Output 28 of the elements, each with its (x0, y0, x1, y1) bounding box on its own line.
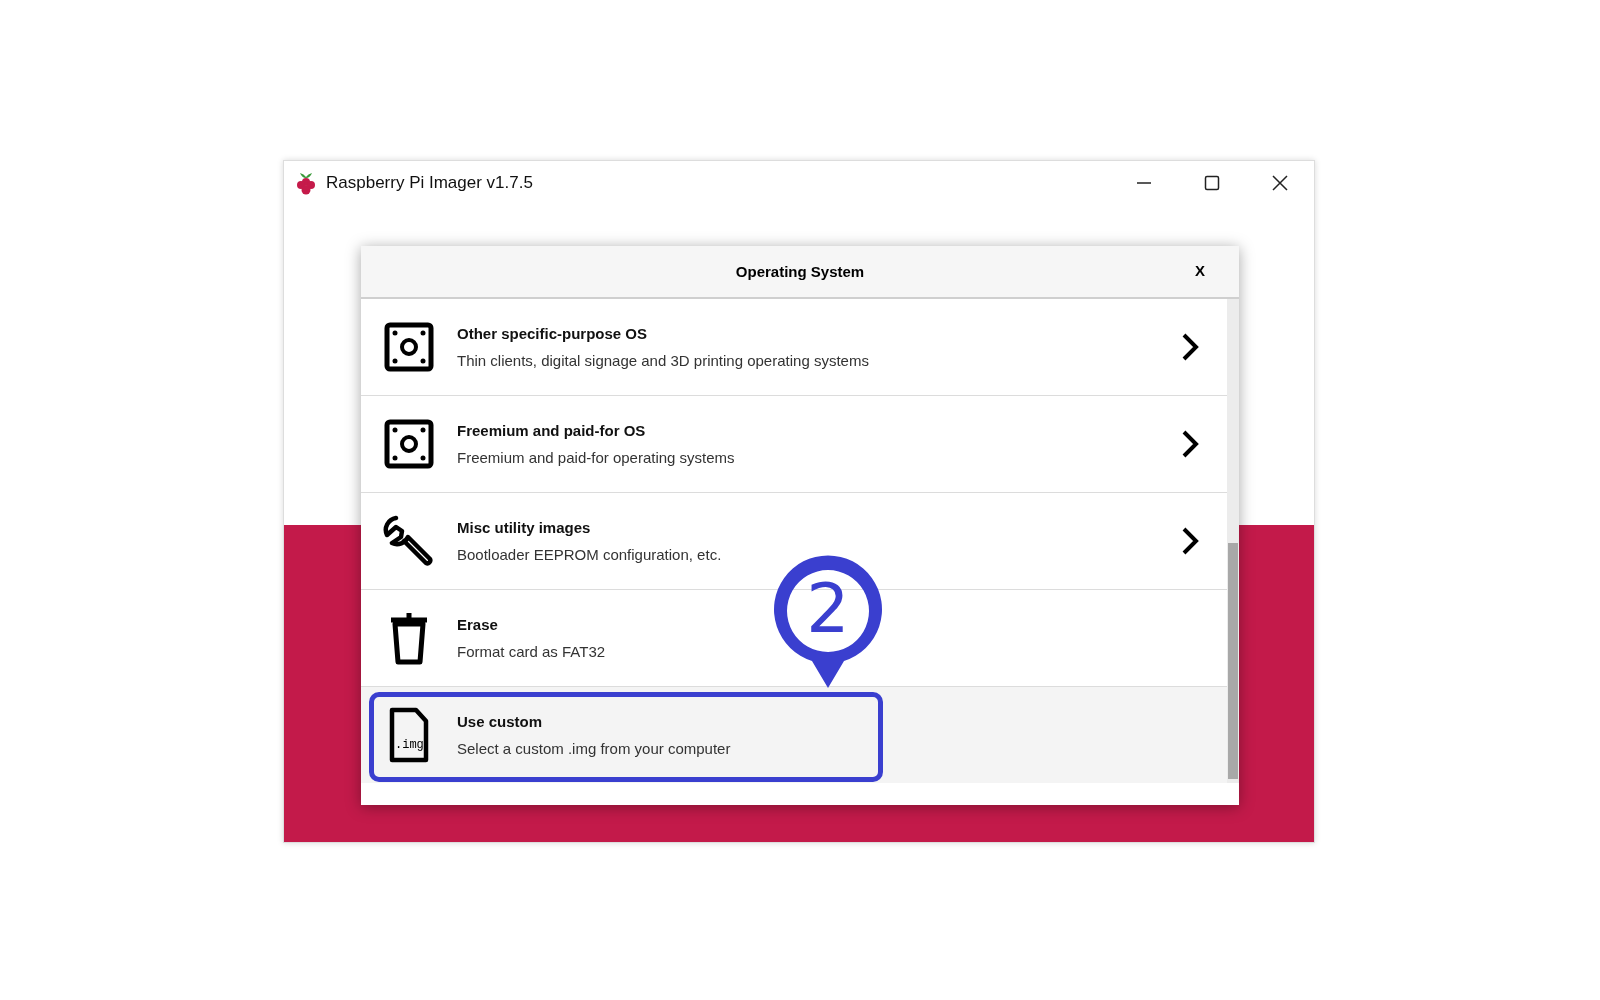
scrollbar[interactable] (1227, 299, 1239, 783)
item-title: Use custom (457, 713, 544, 730)
scrollbar-thumb[interactable] (1228, 543, 1238, 779)
item-title: Misc utility images (457, 519, 592, 536)
chevron-right-icon (1181, 526, 1199, 556)
minimize-icon (1136, 182, 1152, 184)
raspberry-icon (296, 171, 316, 195)
item-description: Freemium and paid-for operating systems (457, 449, 735, 466)
item-description: Select a custom .img from your computer (457, 740, 731, 757)
window-title: Raspberry Pi Imager v1.7.5 (326, 173, 533, 193)
maximize-icon (1204, 175, 1220, 191)
file-extension-label: .img (395, 738, 424, 752)
chevron-right-icon (1181, 429, 1199, 459)
item-description: Bootloader EEPROM configuration, etc. (457, 546, 722, 563)
item-title: Freemium and paid-for OS (457, 422, 647, 439)
os-list-item[interactable]: .img Use custom Select a custom .img from your computer (361, 687, 1227, 783)
item-description: Format card as FAT32 (457, 643, 606, 660)
item-title: Other specific-purpose OS (457, 325, 649, 342)
chevron-right-icon (1181, 332, 1199, 362)
os-list-item[interactable]: Other specific-purpose OS Thin clients, digital signage and 3D printing operating systems (361, 299, 1227, 396)
wrench-icon (382, 515, 436, 567)
close-button[interactable]: X (1195, 262, 1205, 279)
close-icon (1272, 175, 1288, 191)
file-icon (389, 707, 429, 763)
os-list-item[interactable]: Freemium and paid-for OS Freemium and paid-for operating systems (361, 396, 1227, 493)
item-description: Thin clients, digital signage and 3D printing operating systems (457, 352, 869, 369)
dialog-title: Operating System (735, 263, 865, 280)
item-title: Erase (457, 616, 499, 633)
